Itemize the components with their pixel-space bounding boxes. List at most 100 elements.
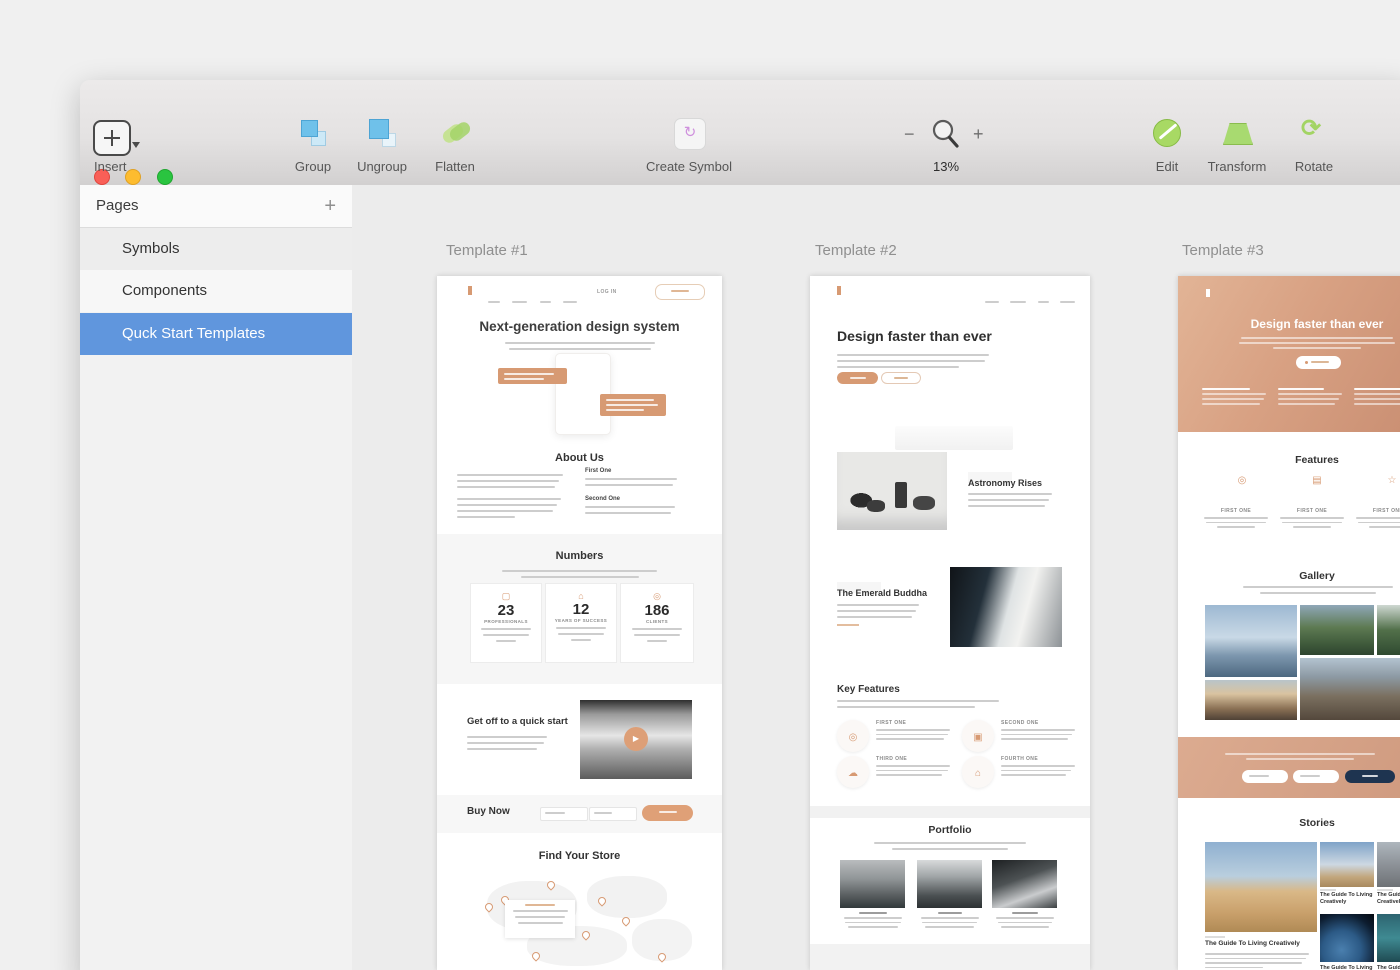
feature-item-text: [876, 729, 954, 740]
add-page-button[interactable]: +: [324, 185, 336, 227]
text-line: [502, 570, 657, 572]
photo-train-station: ▶: [580, 700, 692, 779]
edit-button[interactable]: [1152, 118, 1182, 148]
text-line: [1282, 522, 1342, 524]
text-line: [837, 706, 975, 708]
hero-heading: Next-generation design system: [437, 319, 722, 334]
stat-value: 12: [546, 601, 616, 618]
group-icon: [301, 120, 318, 137]
zoom-tool[interactable]: [930, 118, 962, 150]
buy-button: [642, 805, 693, 821]
feature-item: SECOND ONE: [1001, 720, 1079, 740]
text-line: [457, 486, 555, 488]
feature-item-label: FIRST ONE: [876, 720, 954, 726]
ungroup-button[interactable]: [367, 118, 397, 148]
feature-item-text: [876, 765, 954, 776]
feature-column: FIRST ONE: [1354, 508, 1400, 528]
transform-button[interactable]: [1221, 118, 1253, 148]
feature-heading: The Emerald Buddha: [837, 588, 927, 598]
photo-lake-tree: [840, 860, 905, 908]
text-line: [634, 634, 680, 636]
text-line: [467, 736, 547, 738]
sidebar-item-symbols[interactable]: Symbols: [80, 228, 352, 270]
feature-column: FIRST ONE: [1278, 508, 1346, 528]
hero-column: [1354, 388, 1400, 405]
artboard-template-3[interactable]: Design faster than ever: [1178, 276, 1400, 970]
text-line: [996, 917, 1054, 919]
text-line: [876, 738, 944, 740]
stat-card: ▢ 23 PROFESSIONALS: [470, 583, 542, 663]
minimize-window-button[interactable]: [125, 169, 141, 185]
nav-item: [563, 301, 577, 303]
photo-earth: [1320, 914, 1374, 962]
text-line: [1217, 526, 1255, 528]
text-line: [483, 634, 529, 636]
pages-panel: Pages + Symbols Components Quck Start Te…: [80, 185, 353, 970]
zoom-in-button[interactable]: +: [973, 124, 984, 145]
hero-heading: Design faster than ever: [1217, 317, 1400, 331]
flatten-button[interactable]: [440, 118, 472, 148]
text-line: [1202, 398, 1264, 400]
about-list: First One Second One: [585, 468, 685, 514]
hero-subtext: [497, 338, 662, 350]
store-heading: Find Your Store: [437, 850, 722, 862]
artboard-title[interactable]: Template #3: [1182, 242, 1264, 259]
portfolio-item-caption: [992, 912, 1057, 928]
text-line: [925, 926, 974, 928]
text-line: [998, 922, 1052, 924]
map-tooltip: [505, 900, 575, 938]
feature-item: FIRST ONE: [876, 720, 954, 740]
zoom-window-button[interactable]: [157, 169, 173, 185]
portfolio-item-caption: [917, 912, 982, 928]
text-line: [1204, 517, 1268, 519]
artboard-template-2[interactable]: Design faster than ever Astronomy Rises …: [810, 276, 1090, 970]
zoom-out-button[interactable]: −: [904, 124, 915, 145]
text-line: [837, 604, 919, 606]
buy-now-heading: Buy Now: [467, 806, 510, 817]
feature-item-text: [1001, 729, 1079, 740]
hero-section: Design faster than ever: [1178, 276, 1400, 432]
text-line: [585, 484, 673, 486]
text-line: [556, 627, 606, 629]
artboard-title[interactable]: Template #1: [446, 242, 528, 259]
feature-item-text: [1001, 765, 1079, 776]
text-line: [606, 399, 654, 401]
stat-text: [471, 628, 541, 642]
eye-icon: ◎: [849, 732, 858, 743]
stat-label: YEARS OF SUCCESS: [546, 618, 616, 623]
signup-button: [655, 284, 705, 300]
stat-label: CLIENTS: [621, 619, 693, 624]
text-line: [1354, 393, 1400, 395]
sidebar-item-components[interactable]: Components: [80, 270, 352, 312]
text-line: [876, 774, 942, 776]
photo-sea-rocks: [837, 452, 947, 530]
home-icon: ⌂: [546, 591, 616, 601]
create-symbol-button[interactable]: ↻: [674, 118, 706, 150]
site-nav: [985, 290, 1075, 308]
text-line: [504, 373, 554, 375]
text-line: [505, 342, 655, 344]
rotate-button[interactable]: ⟳: [1301, 114, 1321, 143]
artboard-template-1[interactable]: LOG IN Next-generation design system Abo…: [437, 276, 722, 970]
site-nav: [488, 290, 577, 308]
artboard-title[interactable]: Template #2: [815, 242, 897, 259]
hero-subtext: [837, 350, 997, 368]
story-caption: The Guide To Living Creatively: [1320, 892, 1374, 906]
story-tag: [1205, 936, 1225, 938]
chevron-down-icon[interactable]: [132, 142, 140, 148]
text-line: [585, 506, 675, 508]
ungroup-label: Ungroup: [357, 159, 407, 174]
features-heading: Features: [1217, 454, 1400, 466]
sidebar-item-quick-start-templates[interactable]: Quck Start Templates: [80, 313, 352, 355]
insert-button[interactable]: [93, 120, 131, 156]
text-line: [1202, 393, 1266, 395]
group-button[interactable]: [298, 118, 328, 148]
text-line: [606, 409, 644, 411]
nav-item: [1010, 301, 1026, 303]
text-line: [1239, 342, 1395, 344]
text-line: [481, 628, 531, 630]
input-field: [540, 807, 588, 821]
text-line: [509, 348, 651, 350]
login-link: LOG IN: [597, 289, 617, 295]
canvas[interactable]: Template #1 Template #2 Template #3 LOG …: [352, 185, 1400, 970]
